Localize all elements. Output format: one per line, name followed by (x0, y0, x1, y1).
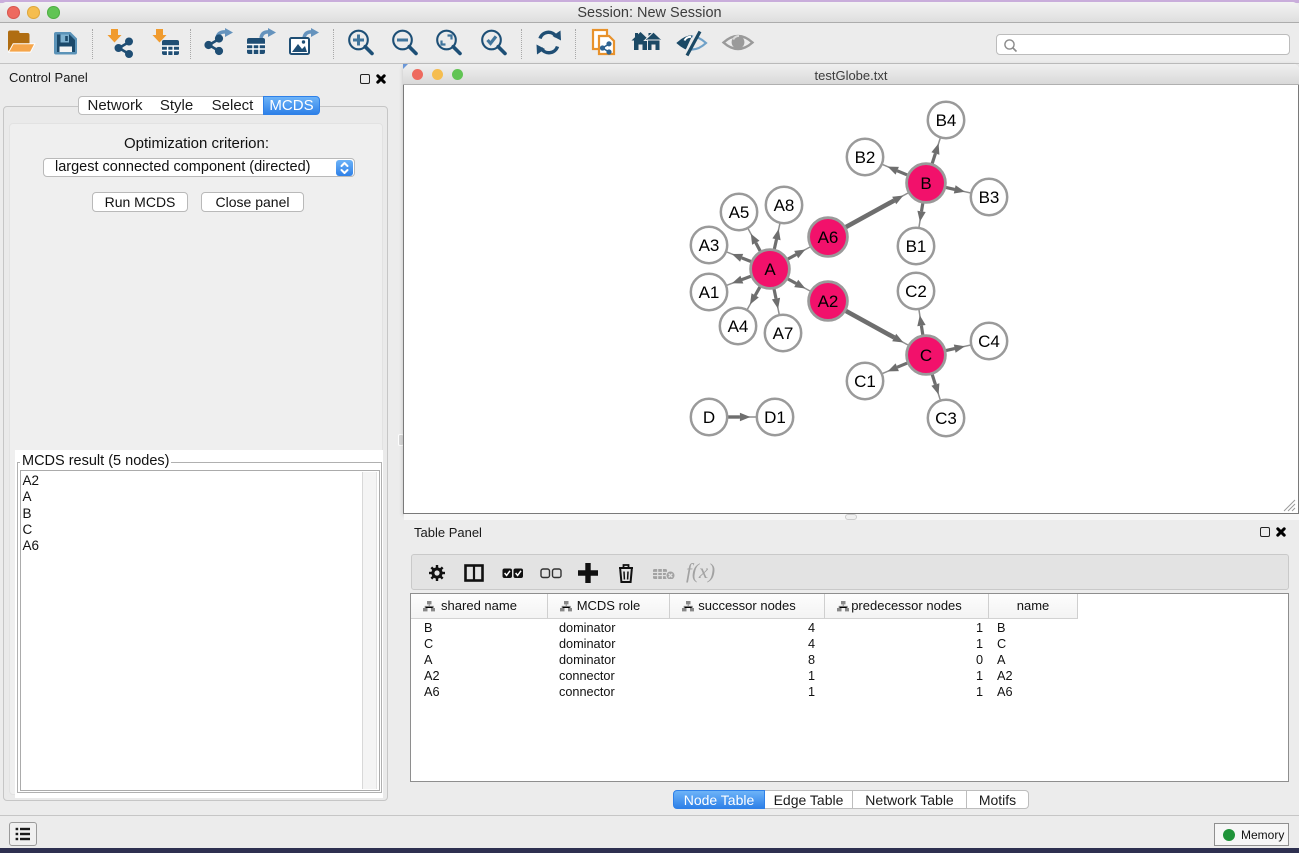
svg-text:B2: B2 (855, 148, 876, 167)
svg-text:C3: C3 (935, 409, 957, 428)
svg-text:A4: A4 (728, 317, 749, 336)
svg-text:C: C (920, 346, 932, 365)
svg-text:B1: B1 (906, 237, 927, 256)
svg-text:A2: A2 (818, 292, 839, 311)
svg-text:B: B (920, 174, 931, 193)
svg-text:A5: A5 (729, 203, 750, 222)
svg-text:A6: A6 (818, 228, 839, 247)
svg-text:A: A (764, 260, 776, 279)
svg-text:A1: A1 (699, 283, 720, 302)
svg-text:D: D (703, 408, 715, 427)
svg-text:A3: A3 (699, 236, 720, 255)
svg-text:A8: A8 (774, 196, 795, 215)
svg-text:C1: C1 (854, 372, 876, 391)
svg-text:D1: D1 (764, 408, 786, 427)
svg-text:C2: C2 (905, 282, 927, 301)
svg-text:A7: A7 (773, 324, 794, 343)
svg-text:C4: C4 (978, 332, 1000, 351)
svg-text:B3: B3 (979, 188, 1000, 207)
svg-text:B4: B4 (936, 111, 957, 130)
